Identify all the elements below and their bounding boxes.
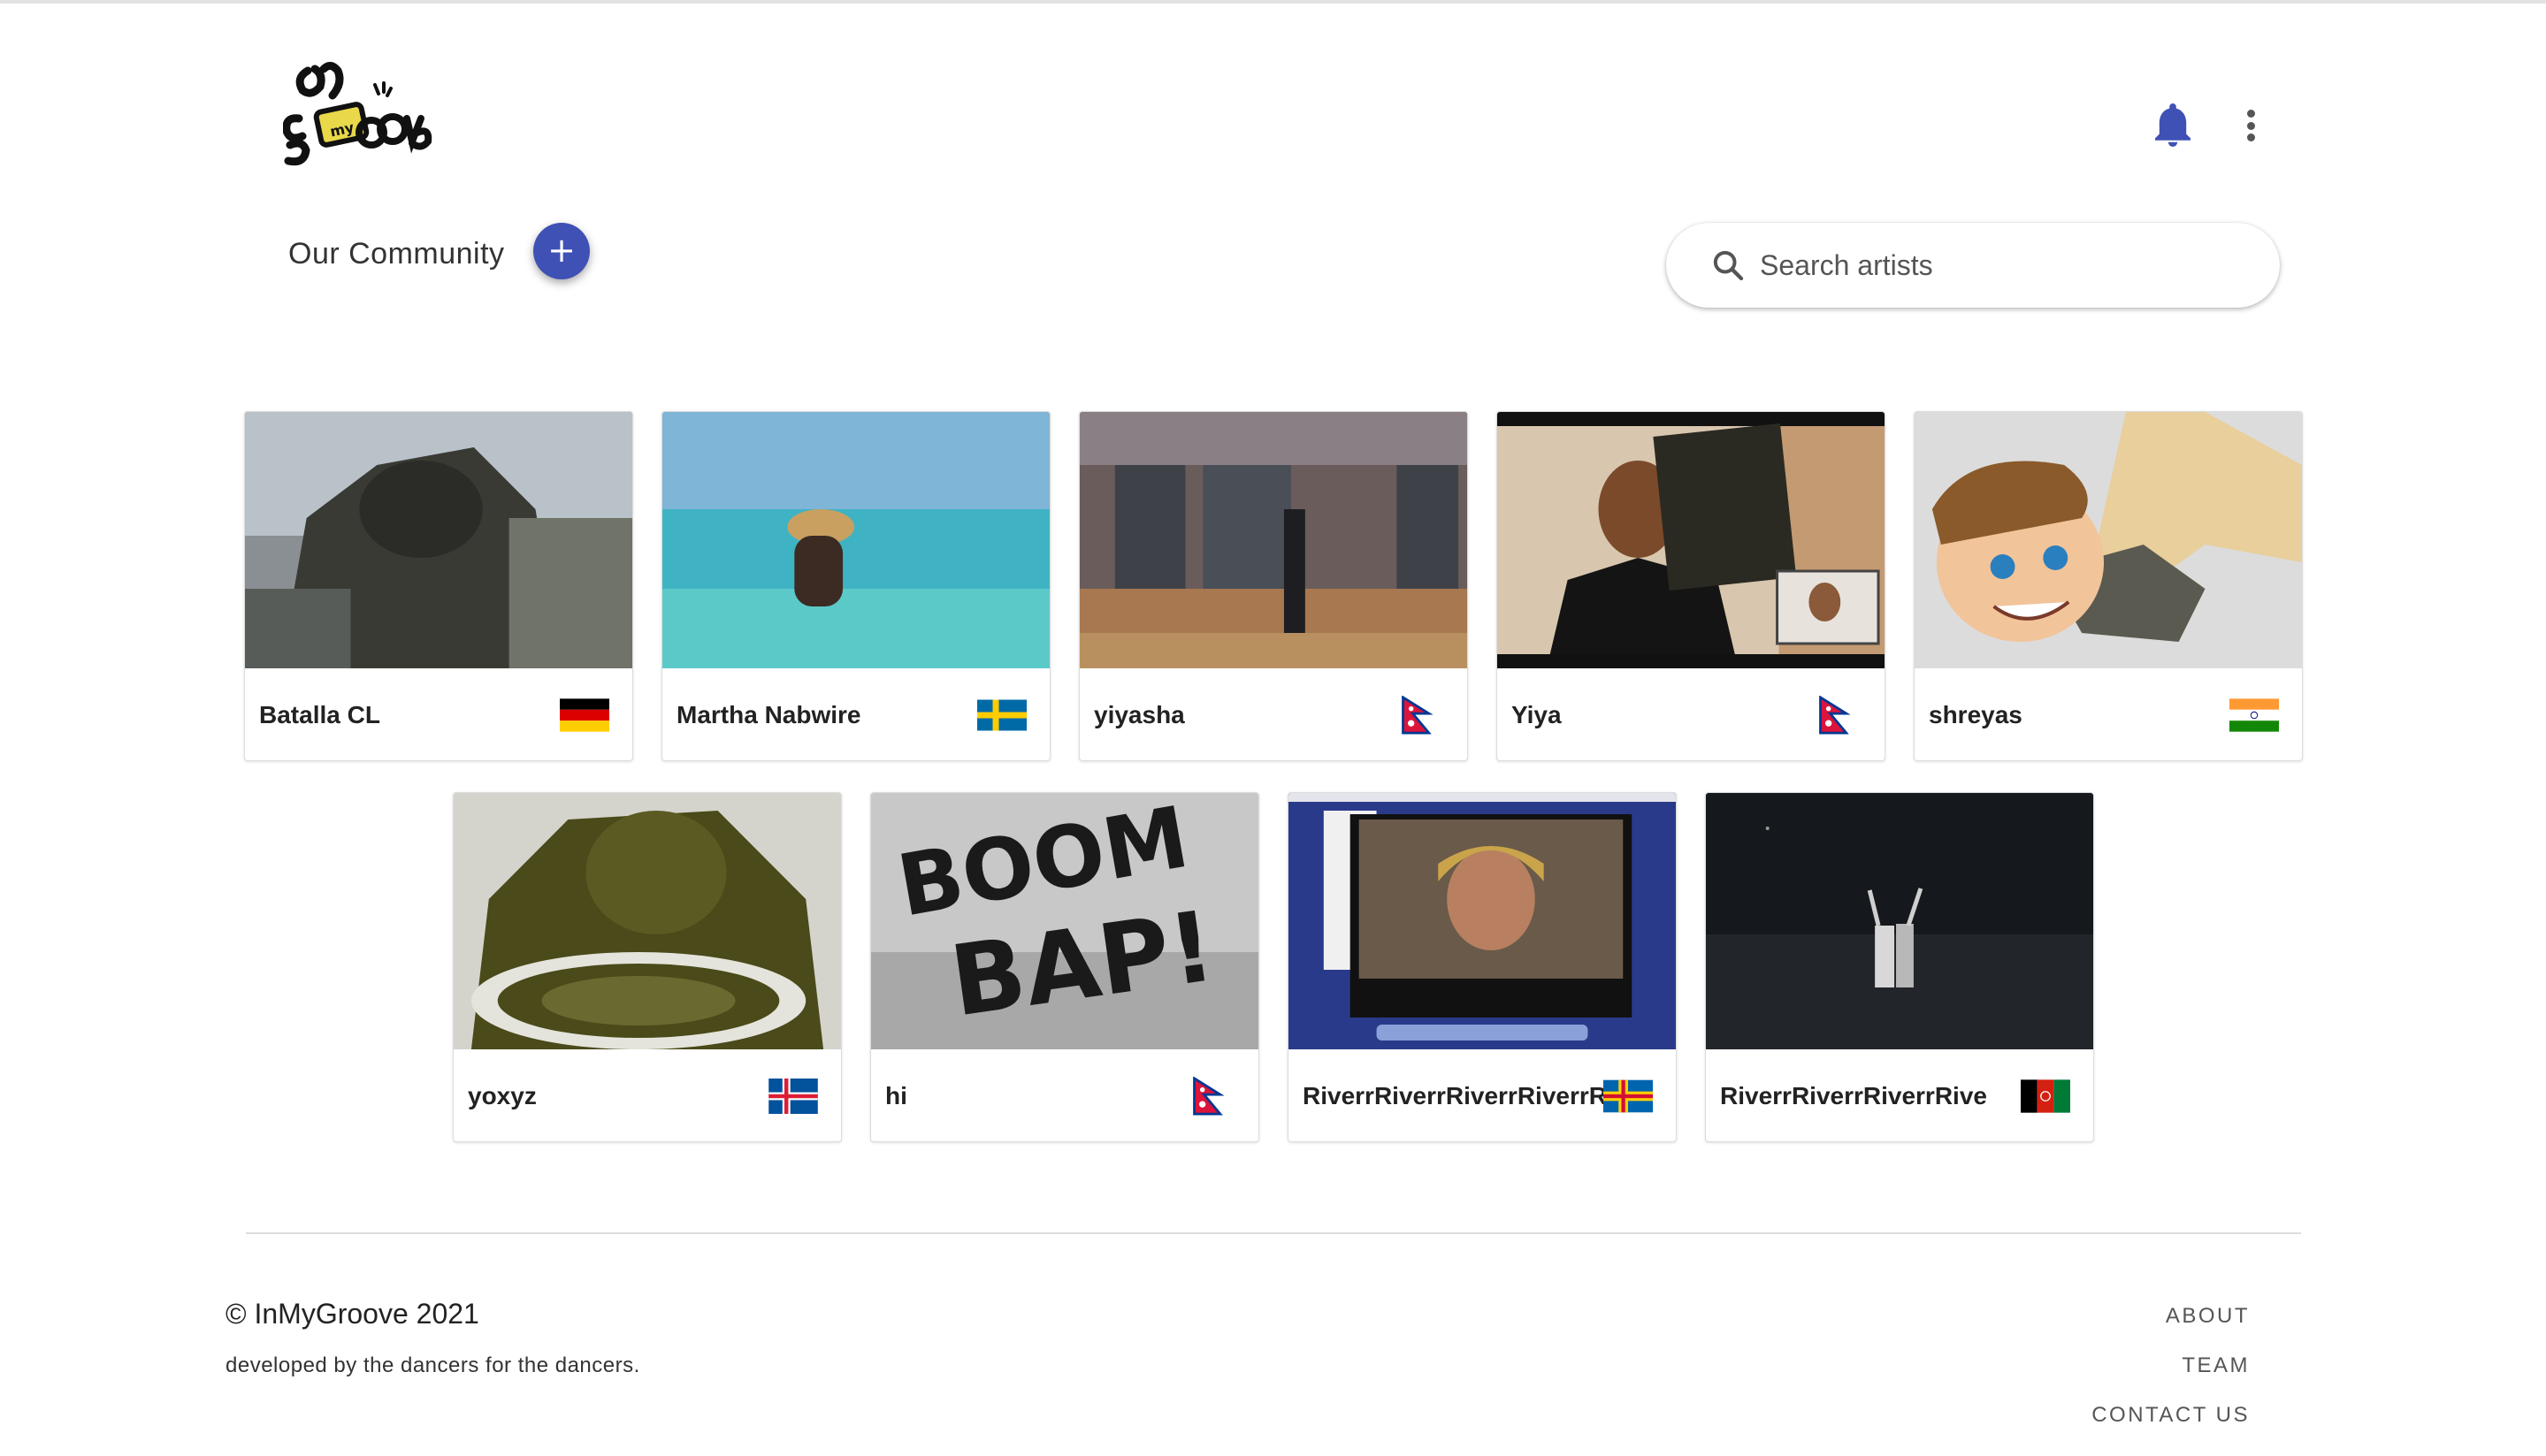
afghanistan-flag-icon (2021, 1079, 2070, 1113)
artist-name: Batalla CL (259, 701, 380, 728)
footer-link-team[interactable]: TEAM (2182, 1353, 2250, 1378)
nepal-flag-icon (1819, 696, 1851, 735)
artist-thumbnail: BOOM BAP! (871, 793, 1258, 1049)
nepal-flag-icon (1402, 696, 1434, 735)
iceland-flag-icon (768, 1079, 818, 1114)
artist-card[interactable]: Martha Nabwire (661, 411, 1051, 761)
sweden-flag-icon (977, 699, 1027, 731)
artist-thumbnail (1497, 412, 1885, 668)
footer-tagline: developed by the dancers for the dancers… (226, 1353, 640, 1377)
artist-name: shreyas (1929, 701, 2022, 728)
card-footer: RiverrRiverrRiverrRiverrR (1288, 1049, 1676, 1141)
more-options-icon[interactable] (2237, 104, 2264, 147)
top-border (0, 0, 2546, 4)
artist-name: Martha Nabwire (677, 701, 861, 728)
artist-name: RiverrRiverrRiverrRive (1720, 1082, 1987, 1109)
footer-link-about[interactable]: ABOUT (2166, 1304, 2250, 1329)
aland-islands-flag-icon (1603, 1079, 1653, 1113)
artist-name: hi (885, 1082, 907, 1109)
artist-card[interactable]: RiverrRiverrRiverrRiverrR (1288, 792, 1677, 1142)
artist-card[interactable]: RiverrRiverrRiverrRive (1705, 792, 2094, 1142)
footer-divider (246, 1232, 2301, 1234)
community-title: Our Community (288, 237, 505, 271)
artist-card[interactable]: Yiya (1496, 411, 1885, 761)
artist-thumbnail (1288, 793, 1676, 1049)
nepal-flag-icon (1193, 1077, 1225, 1116)
card-footer: RiverrRiverrRiverrRive (1706, 1049, 2093, 1141)
inmygroove-logo[interactable]: my (283, 53, 433, 179)
germany-flag-icon (560, 698, 609, 732)
card-footer: yoxyz (454, 1049, 841, 1141)
card-footer: shreyas (1915, 668, 2302, 760)
copyright-text: © InMyGroove 2021 (226, 1298, 479, 1330)
artist-name: Yiya (1511, 701, 1562, 728)
card-footer: Martha Nabwire (662, 668, 1050, 760)
artist-name: RiverrRiverrRiverrRiverrR (1303, 1082, 1603, 1109)
artist-thumbnail (454, 793, 841, 1049)
footer-link-contact[interactable]: CONTACT US (2091, 1403, 2250, 1428)
india-flag-icon (2229, 698, 2279, 732)
card-footer: Yiya (1497, 668, 1885, 760)
search-icon (1713, 250, 1744, 281)
artist-thumbnail (662, 412, 1050, 668)
artist-card[interactable]: BOOM BAP! hi (870, 792, 1259, 1142)
notification-bell-icon[interactable] (2152, 103, 2194, 149)
artist-thumbnail (1706, 793, 2093, 1049)
artist-card[interactable]: Batalla CL (244, 411, 633, 761)
add-artist-button[interactable]: + (533, 223, 590, 279)
search-bar[interactable] (1666, 223, 2280, 308)
artist-thumbnail (1080, 412, 1467, 668)
artist-card[interactable]: yiyasha (1079, 411, 1468, 761)
search-input[interactable] (1760, 248, 2255, 282)
card-footer: yiyasha (1080, 668, 1467, 760)
artist-name: yiyasha (1094, 701, 1185, 728)
artist-name: yoxyz (468, 1082, 537, 1109)
artist-thumbnail (245, 412, 632, 668)
artist-card[interactable]: yoxyz (453, 792, 842, 1142)
card-footer: Batalla CL (245, 668, 632, 760)
artist-card[interactable]: shreyas (1914, 411, 2303, 761)
card-footer: hi (871, 1049, 1258, 1141)
artist-thumbnail (1915, 412, 2302, 668)
